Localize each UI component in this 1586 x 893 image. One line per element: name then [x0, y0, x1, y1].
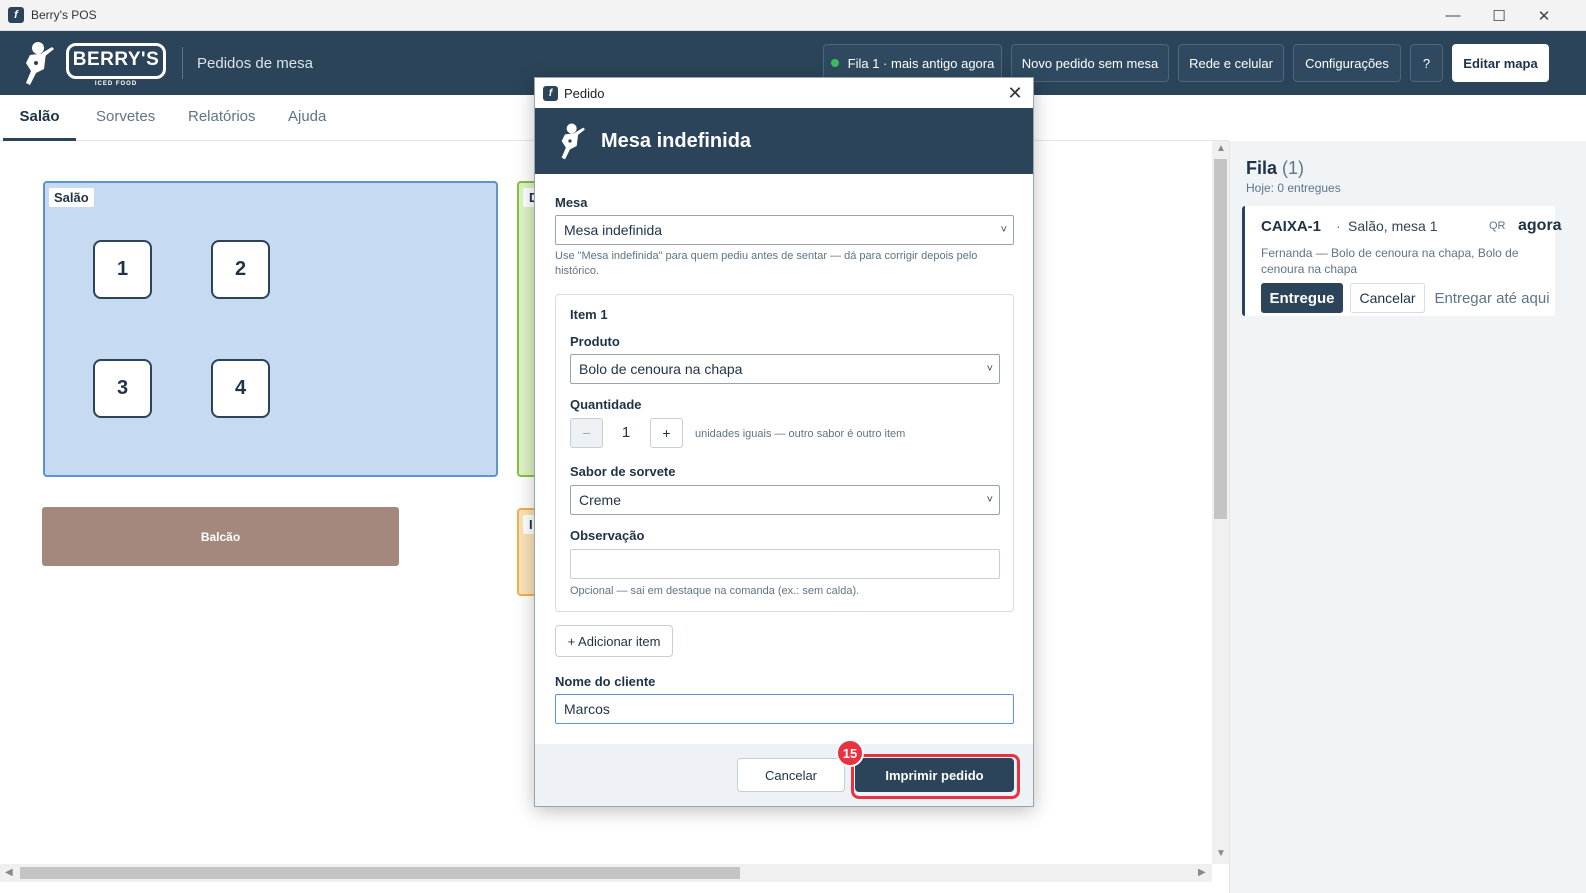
- window-titlebar: f Berry's POS — ☐ ✕: [0, 0, 1586, 31]
- page-title: Pedidos de mesa: [197, 55, 313, 72]
- quantity-label: Quantidade: [570, 397, 642, 412]
- header-divider: [182, 47, 183, 79]
- flavor-label: Sabor de sorvete: [570, 464, 676, 479]
- logo-mascot-icon: [26, 42, 54, 85]
- flavor-select[interactable]: Creme ˅: [570, 485, 1000, 515]
- network-button[interactable]: Rede e celular: [1178, 44, 1284, 82]
- mesa-select-value: Mesa indefinida: [564, 222, 663, 238]
- area-salao[interactable]: Salão 1 2 3 4: [43, 181, 498, 477]
- item-title: Item 1: [570, 307, 608, 322]
- quantity-increment-button[interactable]: +: [650, 418, 683, 448]
- table-4[interactable]: 4: [211, 359, 270, 418]
- note-label: Observação: [570, 528, 645, 543]
- client-name-label: Nome do cliente: [555, 674, 656, 689]
- close-icon: ✕: [1537, 7, 1551, 25]
- product-select-value: Bolo de cenoura na chapa: [579, 361, 743, 377]
- tab-relatorios[interactable]: Relatórios: [188, 95, 256, 141]
- client-name-input[interactable]: Marcos: [555, 694, 1014, 724]
- maximize-icon: ☐: [1492, 7, 1506, 25]
- quantity-value: 1: [621, 424, 631, 441]
- tab-salao[interactable]: Salão: [3, 95, 76, 141]
- window-title: Berry's POS: [31, 8, 97, 22]
- mesa-label: Mesa: [555, 195, 588, 210]
- note-input[interactable]: [570, 549, 1000, 579]
- vertical-scroll-thumb[interactable]: [1214, 159, 1227, 519]
- help-button[interactable]: ?: [1410, 44, 1443, 82]
- product-label: Produto: [570, 334, 620, 349]
- horizontal-scroll-thumb[interactable]: [20, 867, 740, 879]
- cancel-order-button[interactable]: Cancelar: [1350, 283, 1425, 313]
- order-code: CAIXA-1: [1261, 218, 1322, 235]
- order-location: Salão, mesa 1: [1348, 218, 1438, 234]
- maximize-button[interactable]: ☐: [1476, 0, 1522, 31]
- counter-area[interactable]: Balcão: [42, 507, 399, 566]
- scroll-down-icon[interactable]: ▼: [1216, 848, 1226, 859]
- order-separator: ·: [1336, 218, 1341, 234]
- edit-map-button[interactable]: Editar mapa: [1452, 44, 1549, 82]
- deliver-until-here-button[interactable]: Entregar até aqui: [1433, 283, 1551, 313]
- vertical-scrollbar[interactable]: ▲ ▼: [1212, 141, 1229, 864]
- deliver-button[interactable]: Entregue: [1261, 283, 1343, 313]
- item-card: Item 1 Produto Bolo de cenoura na chapa …: [555, 294, 1014, 612]
- horizontal-scrollbar[interactable]: ◀ ▶: [0, 864, 1212, 882]
- counter-label: Balcão: [200, 529, 241, 544]
- mesa-hint: Use "Mesa indefinida" para quem pediu an…: [555, 250, 978, 277]
- close-icon: ✕: [1007, 83, 1023, 103]
- order-description: Fernanda — Bolo de cenoura na chapa, Bol…: [1261, 246, 1519, 276]
- dialog-title: Pedido: [564, 85, 605, 101]
- table-3[interactable]: 3: [93, 359, 152, 418]
- queue-panel: Fila (1) Hoje: 0 entregues CAIXA-1 · Sal…: [1229, 141, 1586, 893]
- scroll-left-icon[interactable]: ◀: [5, 867, 13, 878]
- order-source-badge: QR: [1489, 220, 1506, 232]
- dialog-header: Mesa indefinida: [535, 108, 1033, 174]
- queue-subtitle: Hoje: 0 entregues: [1246, 181, 1341, 195]
- area-salao-label: Salão: [49, 188, 94, 207]
- scroll-up-icon[interactable]: ▲: [1216, 143, 1226, 154]
- mesa-select[interactable]: Mesa indefinida ˅: [555, 215, 1014, 245]
- brand-logo-subtitle: ICED FOOD: [94, 81, 138, 87]
- step-highlight: [851, 754, 1020, 799]
- add-item-button[interactable]: + Adicionar item: [555, 625, 673, 657]
- dialog-app-icon: f: [543, 85, 558, 101]
- tab-sorvetes[interactable]: Sorvetes: [96, 95, 155, 141]
- order-time: agora: [1518, 217, 1562, 234]
- brand-logo: BERRY'S: [66, 43, 166, 79]
- product-select[interactable]: Bolo de cenoura na chapa ˅: [570, 354, 1000, 384]
- table-2[interactable]: 2: [211, 240, 270, 299]
- quantity-decrement-button[interactable]: −: [570, 418, 603, 448]
- dialog-titlebar: f Pedido ✕: [535, 78, 1033, 108]
- dialog-heading: Mesa indefinida: [601, 130, 752, 152]
- status-dot-icon: [830, 59, 839, 67]
- cancel-button[interactable]: Cancelar: [737, 758, 845, 792]
- queue-status-label: Fila 1 · mais antigo agora: [847, 55, 995, 71]
- scroll-right-icon[interactable]: ▶: [1198, 867, 1206, 878]
- settings-button[interactable]: Configurações: [1293, 44, 1401, 82]
- flavor-select-value: Creme: [579, 492, 622, 508]
- minimize-icon: —: [1445, 7, 1461, 24]
- order-card: CAIXA-1 · Salão, mesa 1 QR agora Fernand…: [1242, 206, 1562, 316]
- minimize-button[interactable]: —: [1430, 0, 1476, 31]
- step-badge: 15: [836, 739, 864, 767]
- queue-title-label: Fila: [1246, 158, 1278, 178]
- queue-count: (1): [1282, 158, 1305, 178]
- queue-title: Fila (1): [1246, 158, 1304, 179]
- quantity-hint: unidades iguais — outro sabor é outro it…: [695, 428, 906, 440]
- chevron-down-icon: ˅: [986, 363, 993, 375]
- tab-ajuda[interactable]: Ajuda: [288, 95, 326, 141]
- close-window-button[interactable]: ✕: [1521, 0, 1567, 31]
- app-icon: f: [8, 7, 24, 23]
- new-order-button[interactable]: Novo pedido sem mesa: [1011, 44, 1169, 82]
- chevron-down-icon: ˅: [1000, 224, 1007, 236]
- table-1[interactable]: 1: [93, 240, 152, 299]
- dialog-close-button[interactable]: ✕: [1003, 81, 1027, 105]
- note-hint: Opcional — sai em destaque na comanda (e…: [570, 585, 860, 597]
- chevron-down-icon: ˅: [986, 494, 993, 506]
- order-dialog: f Pedido ✕ Mesa indefinida Mesa Mesa ind…: [534, 77, 1034, 807]
- logo-mascot-icon: [561, 123, 585, 160]
